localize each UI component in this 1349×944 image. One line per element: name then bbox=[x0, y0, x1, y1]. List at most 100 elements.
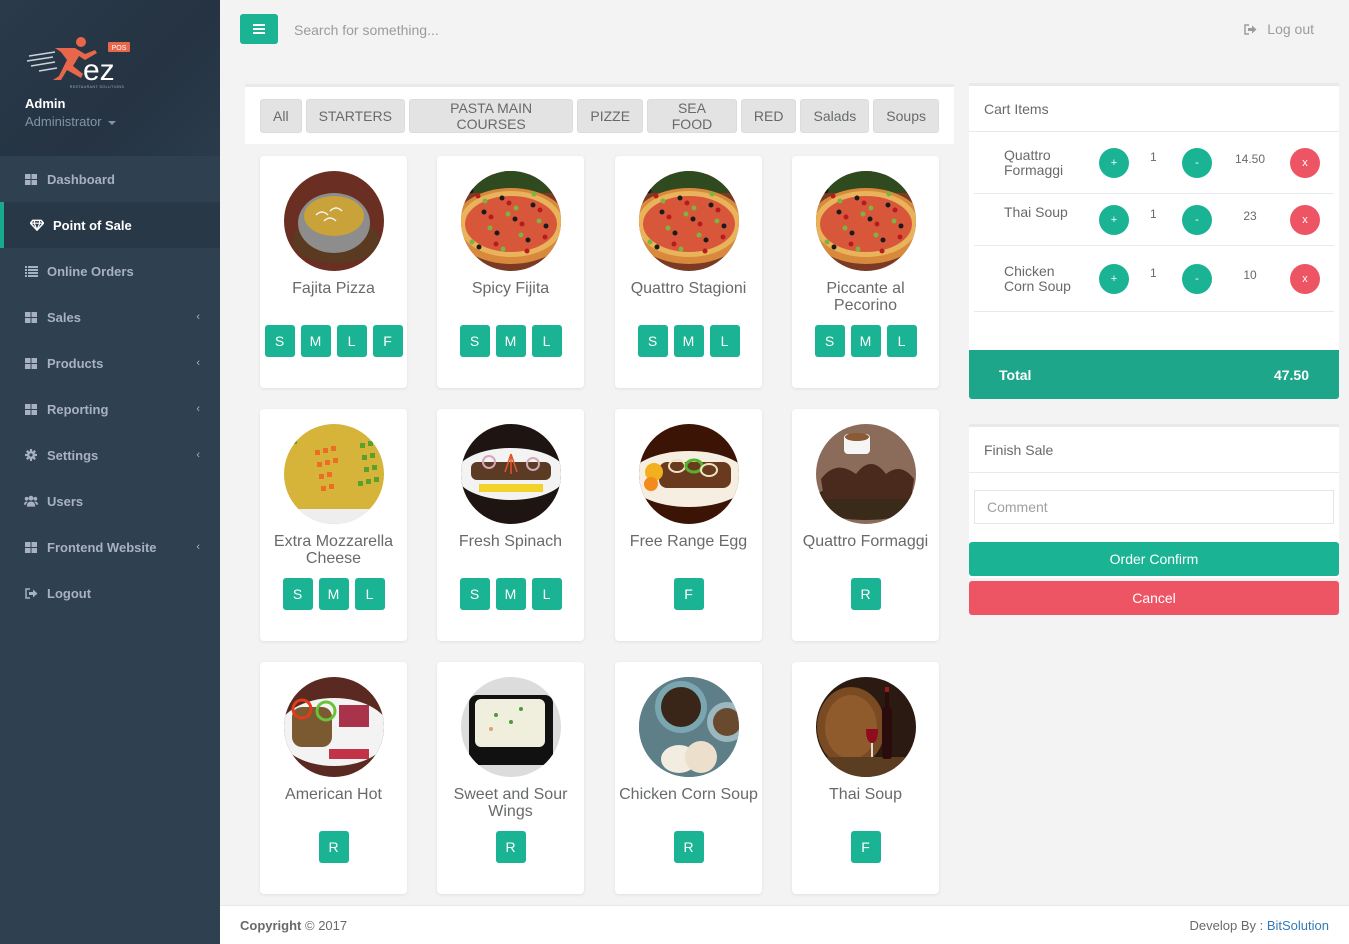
sidebar-item-frontend-website[interactable]: Frontend Website ‹ bbox=[0, 524, 220, 570]
product-image[interactable] bbox=[638, 677, 739, 777]
size-button-s[interactable]: S bbox=[459, 325, 490, 357]
size-button-m[interactable]: M bbox=[673, 325, 704, 357]
size-button-s[interactable]: S bbox=[814, 325, 845, 357]
product-image[interactable] bbox=[283, 424, 384, 524]
size-button-m[interactable]: M bbox=[318, 578, 349, 610]
category-button-soups[interactable]: Soups bbox=[873, 99, 939, 133]
product-image[interactable] bbox=[815, 424, 916, 524]
cart-item-row: Chicken Corn Soup +1 - 10 x bbox=[974, 246, 1334, 312]
user-role-dropdown[interactable]: Administrator bbox=[25, 114, 220, 129]
sidebar-item-logout[interactable]: Logout bbox=[0, 570, 220, 616]
menu-toggle-button[interactable] bbox=[240, 14, 278, 44]
category-button-pasta-main-courses[interactable]: PASTA MAIN COURSES bbox=[408, 99, 574, 133]
search-input[interactable] bbox=[294, 18, 594, 42]
size-button-f[interactable]: F bbox=[850, 831, 881, 863]
size-button-r[interactable]: R bbox=[495, 831, 526, 863]
product-card[interactable]: Piccante al Pecorino S M L bbox=[792, 156, 939, 388]
size-button-l[interactable]: L bbox=[354, 578, 385, 610]
sidebar-item-label: Users bbox=[47, 493, 84, 509]
decrease-qty-button[interactable]: - bbox=[1182, 148, 1212, 178]
product-name: Fresh Spinach bbox=[458, 533, 563, 550]
category-button-pizze[interactable]: PIZZE bbox=[577, 99, 644, 133]
category-button-all[interactable]: All bbox=[260, 99, 302, 133]
product-image[interactable] bbox=[815, 171, 916, 271]
size-button-r[interactable]: R bbox=[850, 578, 881, 610]
product-image[interactable] bbox=[283, 677, 384, 777]
category-button-sea-food[interactable]: SEA FOOD bbox=[647, 99, 737, 133]
product-image[interactable] bbox=[460, 171, 561, 271]
size-button-f[interactable]: F bbox=[673, 578, 704, 610]
size-button-r[interactable]: R bbox=[318, 831, 349, 863]
size-button-m[interactable]: M bbox=[300, 325, 331, 357]
size-button-s[interactable]: S bbox=[282, 578, 313, 610]
sidebar-item-products[interactable]: Products ‹ bbox=[0, 340, 220, 386]
sidebar-item-label: Dashboard bbox=[47, 171, 115, 187]
size-button-l[interactable]: L bbox=[531, 325, 562, 357]
size-button-m[interactable]: M bbox=[850, 325, 881, 357]
sidebar-item-online-orders[interactable]: Online Orders bbox=[0, 248, 220, 294]
cart-item-row: Thai Soup +1 - 23 x bbox=[974, 194, 1334, 246]
sidebar-item-label: Frontend Website bbox=[47, 539, 157, 555]
increase-qty-button[interactable]: + bbox=[1099, 205, 1129, 235]
th-large-icon bbox=[24, 172, 38, 186]
size-button-s[interactable]: S bbox=[264, 325, 295, 357]
size-button-r[interactable]: R bbox=[673, 831, 704, 863]
product-card[interactable]: Fresh Spinach S M L bbox=[437, 409, 584, 641]
sidebar-item-sales[interactable]: Sales ‹ bbox=[0, 294, 220, 340]
product-card[interactable]: Thai Soup F bbox=[792, 662, 939, 894]
cart-item-qty: 1 bbox=[1150, 207, 1157, 221]
cart-item-price: 10 bbox=[1243, 268, 1257, 282]
brand-logo[interactable]: POS ez RESTAURANT SOLUTIONS bbox=[25, 34, 140, 90]
sidebar-item-point-of-sale[interactable]: Point of Sale bbox=[0, 202, 220, 248]
gear-icon bbox=[24, 448, 38, 462]
copyright-label: Copyright bbox=[240, 917, 302, 933]
size-button-m[interactable]: M bbox=[495, 578, 526, 610]
product-image[interactable] bbox=[638, 424, 739, 524]
category-button-starters[interactable]: STARTERS bbox=[305, 99, 405, 133]
increase-qty-button[interactable]: + bbox=[1099, 264, 1129, 294]
product-image[interactable] bbox=[460, 677, 561, 777]
size-button-s[interactable]: S bbox=[459, 578, 490, 610]
size-button-f[interactable]: F bbox=[372, 325, 403, 357]
category-button-red[interactable]: RED bbox=[740, 99, 797, 133]
size-button-s[interactable]: S bbox=[637, 325, 668, 357]
th-large-icon bbox=[24, 540, 38, 554]
sidebar-item-settings[interactable]: Settings ‹ bbox=[0, 432, 220, 478]
product-card[interactable]: Free Range Egg F bbox=[615, 409, 762, 641]
product-card[interactable]: Sweet and Sour Wings R bbox=[437, 662, 584, 894]
increase-qty-button[interactable]: + bbox=[1099, 148, 1129, 178]
sidebar-item-reporting[interactable]: Reporting ‹ bbox=[0, 386, 220, 432]
size-options: SML bbox=[437, 325, 584, 357]
product-card[interactable]: Fajita Pizza S M L F bbox=[260, 156, 407, 388]
size-options: F bbox=[615, 578, 762, 610]
size-button-l[interactable]: L bbox=[886, 325, 917, 357]
remove-item-button[interactable]: x bbox=[1290, 205, 1320, 235]
size-button-l[interactable]: L bbox=[709, 325, 740, 357]
size-button-l[interactable]: L bbox=[531, 578, 562, 610]
developer-link[interactable]: BitSolution bbox=[1267, 918, 1329, 933]
sidebar-item-dashboard[interactable]: Dashboard bbox=[0, 156, 220, 202]
logout-link[interactable]: Log out bbox=[1244, 21, 1314, 37]
product-card[interactable]: Quattro Stagioni S M L bbox=[615, 156, 762, 388]
product-image[interactable] bbox=[638, 171, 739, 271]
order-confirm-button[interactable]: Order Confirm bbox=[969, 542, 1339, 576]
product-card[interactable]: Extra Mozzarella Cheese S M L bbox=[260, 409, 407, 641]
remove-item-button[interactable]: x bbox=[1290, 148, 1320, 178]
cart-item-price: 14.50 bbox=[1234, 152, 1266, 166]
size-button-l[interactable]: L bbox=[336, 325, 367, 357]
comment-input[interactable] bbox=[974, 490, 1334, 524]
decrease-qty-button[interactable]: - bbox=[1182, 264, 1212, 294]
decrease-qty-button[interactable]: - bbox=[1182, 205, 1212, 235]
category-button-salads[interactable]: Salads bbox=[800, 99, 870, 133]
product-image[interactable] bbox=[283, 171, 384, 271]
product-card[interactable]: Chicken Corn Soup R bbox=[615, 662, 762, 894]
product-card[interactable]: Quattro Formaggi R bbox=[792, 409, 939, 641]
product-card[interactable]: Spicy Fijita S M L bbox=[437, 156, 584, 388]
remove-item-button[interactable]: x bbox=[1290, 264, 1320, 294]
product-card[interactable]: American Hot R bbox=[260, 662, 407, 894]
product-image[interactable] bbox=[460, 424, 561, 524]
size-button-m[interactable]: M bbox=[495, 325, 526, 357]
sidebar-item-users[interactable]: Users bbox=[0, 478, 220, 524]
product-image[interactable] bbox=[815, 677, 916, 777]
cancel-button[interactable]: Cancel bbox=[969, 581, 1339, 615]
